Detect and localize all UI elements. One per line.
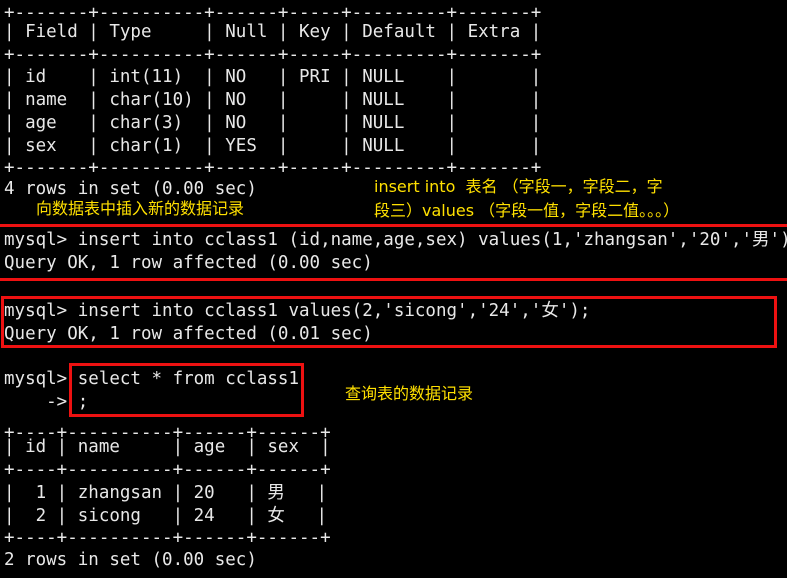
annotation-insert-syntax-line2: 段三）values （字段一值，字段二值。。。） — [374, 201, 680, 220]
annotation-insert-syntax-line1: insert into 表名 （字段一，字段二，字 — [374, 177, 663, 196]
select-table-separator-bottom: +----+----------+------+------+ — [4, 528, 331, 548]
describe-table-row-name: | name | char(10) | NO | | NULL | | — [4, 90, 542, 110]
select-table-header-row: | id | name | age | sex | — [4, 437, 331, 457]
terminal-window[interactable]: +-------+----------+------+-----+-------… — [0, 0, 787, 578]
annotation-select-description: 查询表的数据记录 — [345, 384, 474, 403]
describe-table-row-id: | id | int(11) | NO | PRI | NULL | | — [4, 67, 542, 87]
describe-table-separator-middle: +-------+----------+------+-----+-------… — [4, 45, 542, 65]
annotation-insert-description: 向数据表中插入新的数据记录 — [36, 199, 245, 218]
select-table-separator-middle: +----+----------+------+------+ — [4, 460, 331, 480]
select-statement-command: mysql> select * from cclass1 — [4, 369, 300, 389]
select-statement-continuation: -> ; — [4, 392, 89, 412]
insert-statement-2-command: mysql> insert into cclass1 values(2,'sic… — [4, 301, 591, 321]
select-row-count: 2 rows in set (0.00 sec) — [4, 550, 257, 570]
insert-statement-1-command: mysql> insert into cclass1 (id,name,age,… — [4, 230, 787, 250]
select-table-row-1: | 1 | zhangsan | 20 | 男 | — [4, 483, 328, 503]
insert-statement-1-result: Query OK, 1 row affected (0.00 sec) — [4, 253, 373, 273]
describe-table-row-age: | age | char(3) | NO | | NULL | | — [4, 113, 542, 133]
describe-table-row-sex: | sex | char(1) | YES | | NULL | | — [4, 136, 542, 156]
insert-statement-2-result: Query OK, 1 row affected (0.01 sec) — [4, 324, 373, 344]
select-table-row-2: | 2 | sicong | 24 | 女 | — [4, 506, 328, 526]
describe-table-header-row: | Field | Type | Null | Key | Default | … — [4, 22, 542, 42]
